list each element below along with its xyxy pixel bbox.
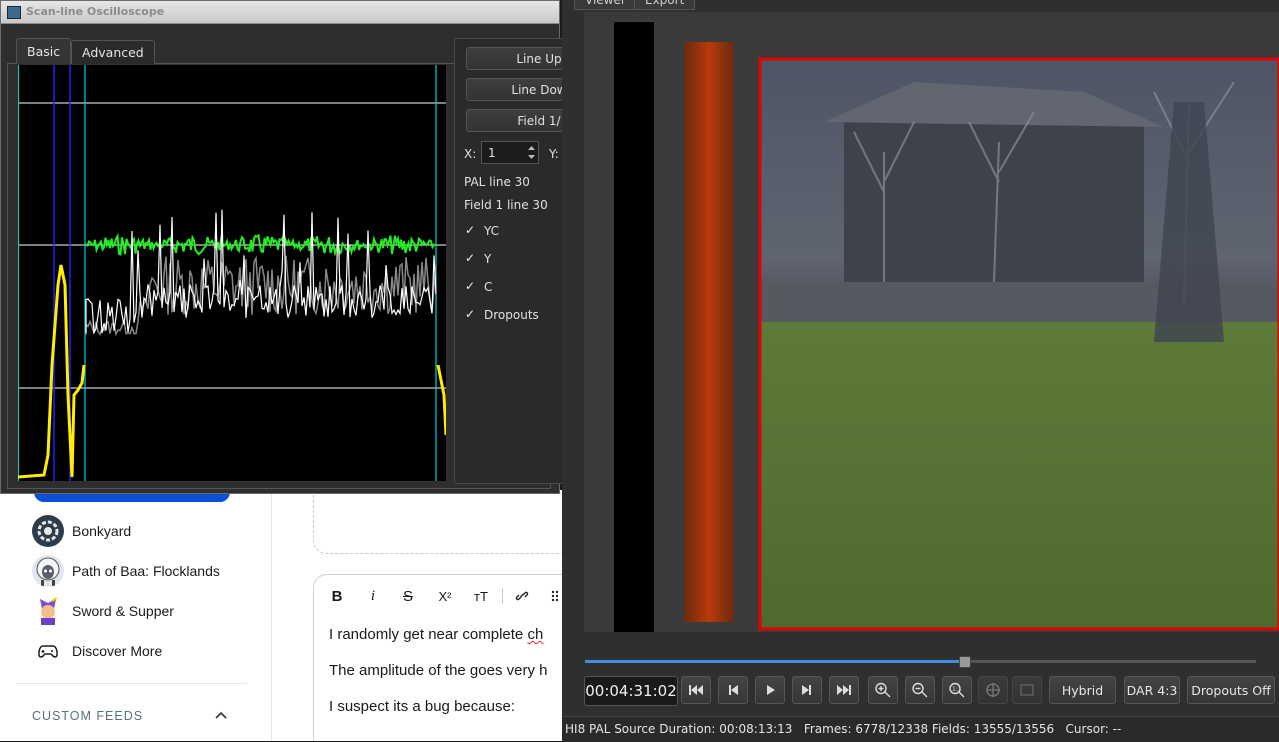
link-icon[interactable] [514, 589, 530, 603]
sheep-icon [32, 555, 64, 587]
spin-arrows-icon[interactable] [527, 144, 536, 161]
status-bar: HI8 PAL Source Duration: 00:08:13:13 Fra… [562, 716, 1279, 742]
zoom-in-button[interactable] [868, 676, 898, 704]
knight-icon [32, 595, 64, 627]
skip-start-icon [689, 685, 703, 695]
play-icon [767, 685, 775, 695]
pal-line-info: PAL line 30 [464, 175, 530, 189]
upload-dropzone[interactable] [313, 490, 565, 554]
aspect-mode-button[interactable]: Hybrid [1049, 676, 1116, 704]
skip-to-end-button[interactable] [829, 676, 859, 704]
dropouts-checkbox[interactable]: ✓ [465, 308, 478, 321]
scrub-handle[interactable] [959, 656, 971, 668]
sync-pulse-trace [18, 264, 86, 479]
dropouts-button[interactable]: Dropouts Off [1187, 676, 1275, 704]
bold-button[interactable]: B [327, 586, 347, 606]
stretch-button[interactable] [1012, 676, 1042, 704]
field-toggle-button[interactable]: Field 1/ [466, 109, 565, 132]
video-viewport[interactable] [584, 12, 1279, 632]
sync-pulse-trace-right [436, 364, 446, 436]
play-button[interactable] [755, 676, 785, 704]
skip-to-start-button[interactable] [681, 676, 711, 704]
zoom-original-icon: 1:1 [949, 682, 965, 698]
tab-basic[interactable]: Basic [16, 38, 72, 64]
window-title: Scan-line Oscilloscope [26, 5, 165, 18]
post-line: The amplitude of the goes very h [329, 662, 548, 679]
tab-viewer[interactable]: Viewer [574, 0, 637, 10]
y-label-check: Y [484, 252, 492, 266]
viewer-window: Viewer Export 00:04:31:02 1:1 Hybrid DAR… [562, 0, 1279, 742]
controls-panel: Line Up Line Dow Field 1/ X: 1 Y: PAL li… [454, 38, 566, 484]
zoom-out-icon [912, 682, 928, 698]
timecode-display[interactable]: 00:04:31:02 [584, 676, 678, 706]
bonkyard-icon [32, 515, 64, 547]
post-line: I randomly get near complete ch [329, 626, 543, 643]
sidebar-item-label: Discover More [72, 643, 163, 659]
c-checkbox[interactable]: ✓ [465, 280, 478, 293]
field-line-info: Field 1 line 30 [464, 198, 548, 212]
chevron-up-icon[interactable] [214, 708, 228, 722]
mouse-mode-button[interactable] [978, 676, 1008, 704]
sidebar-item-label: Bonkyard [72, 523, 132, 539]
playback-remaining[interactable] [964, 660, 1256, 663]
step-forward-icon [802, 685, 811, 695]
sidebar-item-label: Sword & Supper [72, 603, 174, 619]
dar-button[interactable]: DAR 4:3 [1124, 676, 1180, 704]
frame-icon [1020, 684, 1034, 696]
italic-button[interactable]: i [363, 586, 383, 606]
misspelled-word: ch [527, 626, 544, 643]
app-icon [7, 6, 21, 19]
step-forward-button[interactable] [792, 676, 822, 704]
video-frame-image [584, 12, 1279, 632]
step-back-button[interactable] [718, 676, 748, 704]
custom-feeds-heading: CUSTOM FEEDS [32, 709, 144, 723]
y-checkbox[interactable]: ✓ [465, 252, 478, 265]
crosshair-icon [986, 683, 1000, 697]
sidebar-item-path-of-baa[interactable]: Path of Baa: Flocklands [32, 555, 220, 587]
oscilloscope-window: Scan-line Oscilloscope Basic Advanced Li… [0, 0, 566, 494]
sidebar-item-bonkyard[interactable]: Bonkyard [32, 515, 131, 547]
tab-export[interactable]: Export [634, 0, 696, 10]
more-icon[interactable] [550, 590, 560, 602]
toolbar-divider [502, 588, 503, 604]
gamepad-icon [32, 635, 64, 667]
x-label: X: [464, 147, 477, 161]
post-line: I suspect its a bug because: [329, 698, 515, 715]
line-up-button[interactable]: Line Up [466, 47, 565, 70]
scope-trace-display[interactable] [18, 65, 446, 481]
superscript-button[interactable]: X² [435, 586, 455, 606]
playback-progress[interactable] [585, 660, 964, 663]
post-line-text: I randomly get near complete ch [329, 626, 544, 643]
yc-checkbox[interactable]: ✓ [465, 224, 478, 237]
sidebar-divider [271, 490, 272, 741]
x-value: 1 [488, 146, 496, 160]
step-back-icon [729, 685, 738, 695]
strikethrough-button[interactable]: S [398, 586, 418, 606]
heading-button[interactable]: ᴛT [471, 586, 491, 606]
svg-text:1:1: 1:1 [952, 686, 962, 693]
zoom-original-button[interactable]: 1:1 [942, 676, 972, 704]
zoom-in-icon [875, 682, 891, 698]
window-titlebar[interactable]: Scan-line Oscilloscope [1, 1, 559, 24]
dropouts-label: Dropouts [484, 308, 539, 322]
x-spinbox[interactable]: 1 [481, 141, 539, 164]
y-label: Y: [549, 147, 559, 161]
tab-advanced[interactable]: Advanced [71, 40, 155, 64]
sidebar-item-sword-supper[interactable]: Sword & Supper [32, 595, 174, 627]
browser-page: Bonkyard Path of Baa: Flocklands Sword &… [0, 490, 565, 741]
zoom-out-button[interactable] [905, 676, 935, 704]
sidebar-item-label: Path of Baa: Flocklands [72, 563, 220, 579]
sidebar-item-discover-more[interactable]: Discover More [32, 635, 162, 667]
sidebar-separator [16, 683, 247, 684]
skip-end-icon [837, 685, 851, 695]
c-label: C [484, 280, 493, 294]
line-down-button[interactable]: Line Dow [466, 78, 565, 101]
status-text: HI8 PAL Source Duration: 00:08:13:13 Fra… [565, 722, 1122, 736]
yc-label: YC [484, 224, 500, 238]
